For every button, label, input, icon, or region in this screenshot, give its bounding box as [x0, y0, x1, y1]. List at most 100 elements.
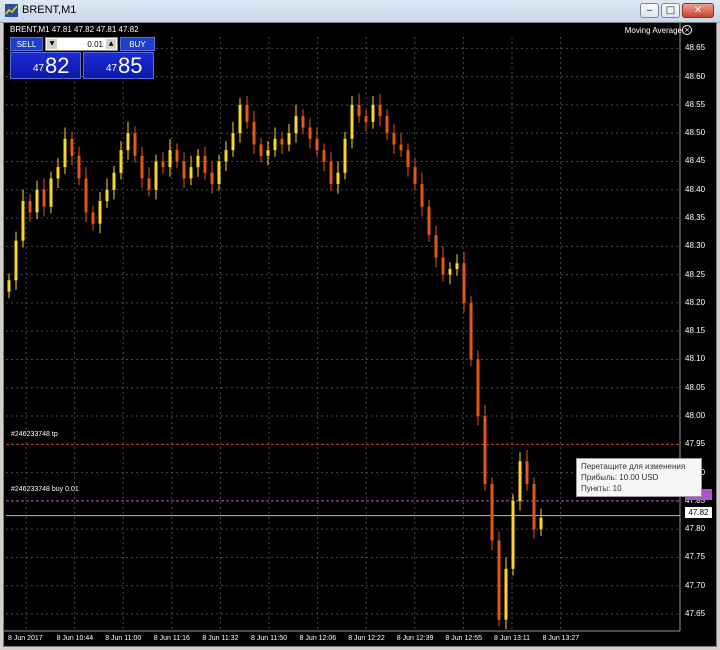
time-tick-label: 8 Jun 13:27 [542, 635, 580, 642]
candle-body [315, 138, 319, 151]
indicator-label[interactable]: Moving Average [625, 26, 682, 35]
candle-body [287, 133, 291, 145]
candle-body [84, 178, 88, 213]
candle-body [56, 167, 60, 179]
time-tick-label: 8 Jun 11:50 [251, 635, 288, 642]
candle-body [210, 172, 214, 185]
candle-body [98, 201, 102, 224]
time-tick-label: 8 Jun 11:00 [105, 635, 142, 642]
time-tick-label: 8 Jun 2017 [8, 635, 43, 642]
price-chart[interactable] [4, 23, 716, 646]
sell-price-prefix: 47 [33, 63, 45, 74]
price-tick-label: 47.75 [685, 552, 706, 562]
time-tick-label: 8 Jun 12:22 [348, 635, 385, 642]
candle-body [70, 138, 74, 156]
candle-body [133, 133, 137, 156]
candle-body [294, 116, 298, 134]
candle-body [357, 104, 361, 117]
price-tick-label: 48.60 [685, 71, 706, 81]
sell-button[interactable]: SELL [10, 37, 43, 51]
title-bar[interactable]: BRENT,M1 ‒ □ ✕ [0, 0, 720, 23]
buy-button[interactable]: BUY [120, 37, 155, 51]
tooltip-line-3: Пункты: 10 [581, 484, 622, 493]
drag-tooltip: Перетащите для изменения Прибыль: 10.00 … [576, 458, 702, 497]
close-button[interactable]: ✕ [682, 3, 714, 18]
candle-body [427, 206, 431, 235]
candle-body [91, 212, 95, 224]
price-tick-label: 47.70 [685, 580, 706, 590]
price-tick-label: 48.55 [685, 99, 706, 109]
candle-body [147, 178, 151, 190]
candle-body [196, 155, 200, 168]
price-tick-label: 48.45 [685, 156, 706, 166]
buy-price-box[interactable]: 47 85 [83, 52, 154, 79]
candle-body [154, 161, 158, 190]
price-tick-label: 48.50 [685, 128, 706, 138]
candle-body [308, 127, 312, 139]
candle-body [385, 116, 389, 134]
candle-body [490, 483, 494, 541]
sell-price-box[interactable]: 47 82 [10, 52, 81, 79]
candle-body [441, 257, 445, 275]
lot-stepper[interactable]: ▼ ▲ [45, 37, 118, 51]
candle-body [497, 540, 501, 620]
time-tick-label: 8 Jun 10:44 [56, 635, 94, 642]
candle-body [406, 150, 410, 168]
chart-area[interactable]: BRENT,M1 47.81 47.82 47.81 47.82 Moving … [3, 22, 717, 647]
candle-body [455, 263, 459, 269]
buy-order-label[interactable]: #246233748 buy 0.01 [11, 486, 79, 493]
tp-line-label[interactable]: #246233748 tp [11, 431, 58, 438]
lot-decrease-icon[interactable]: ▼ [47, 39, 57, 49]
candle-body [301, 116, 305, 128]
price-tick-label: 48.30 [685, 241, 706, 251]
lot-increase-icon[interactable]: ▲ [106, 39, 116, 49]
price-tick-label: 47.95 [685, 439, 706, 449]
candle-body [203, 155, 207, 173]
candle-body [399, 144, 403, 151]
candle-body [77, 155, 81, 179]
minimize-button[interactable]: ‒ [640, 3, 659, 18]
buy-price-main: 85 [118, 53, 143, 78]
candle-body [7, 280, 11, 292]
candle-body [343, 138, 347, 173]
price-tick-label: 48.00 [685, 411, 706, 421]
candle-body [420, 184, 424, 207]
candle-body [245, 104, 249, 122]
candle-body [329, 161, 333, 185]
candle-body [511, 500, 515, 569]
time-tick-label: 8 Jun 13:11 [494, 635, 531, 642]
candle-body [14, 240, 18, 281]
time-tick-label: 8 Jun 12:06 [299, 635, 337, 642]
candle-body [224, 150, 228, 162]
price-tick-label: 48.10 [685, 354, 706, 364]
candle-body [259, 144, 263, 156]
one-click-trading-panel: SELL ▼ ▲ BUY 47 82 47 85 [10, 37, 155, 79]
time-tick-label: 8 Jun 11:16 [153, 635, 190, 642]
candle-body [189, 167, 193, 179]
price-tick-label: 47.65 [685, 609, 706, 619]
price-tick-label: 48.05 [685, 382, 706, 392]
maximize-button[interactable]: □ [661, 3, 680, 18]
candle-body [525, 461, 529, 484]
tooltip-line-1: Перетащите для изменения [581, 462, 686, 471]
time-tick-label: 8 Jun 12:39 [396, 635, 434, 642]
candle-body [371, 104, 375, 122]
candle-body [413, 167, 417, 185]
time-tick-label: 8 Jun 11:32 [202, 635, 239, 642]
candle-body [63, 138, 67, 168]
candle-body [42, 189, 46, 207]
candle-body [119, 150, 123, 173]
price-tick-label: 48.20 [685, 297, 706, 307]
candle-body [217, 161, 221, 185]
candle-body [161, 161, 165, 168]
indicator-close-icon[interactable]: × [682, 25, 692, 35]
sell-price-main: 82 [45, 53, 70, 78]
candle-body [49, 178, 53, 207]
price-tick-label: 48.65 [685, 43, 706, 53]
lot-input[interactable] [59, 38, 103, 50]
candle-body [469, 302, 473, 360]
candle-body [280, 138, 284, 145]
tooltip-line-2: Прибыль: 10.00 USD [581, 473, 659, 482]
candle-body [448, 268, 452, 275]
candle-body [462, 263, 466, 303]
